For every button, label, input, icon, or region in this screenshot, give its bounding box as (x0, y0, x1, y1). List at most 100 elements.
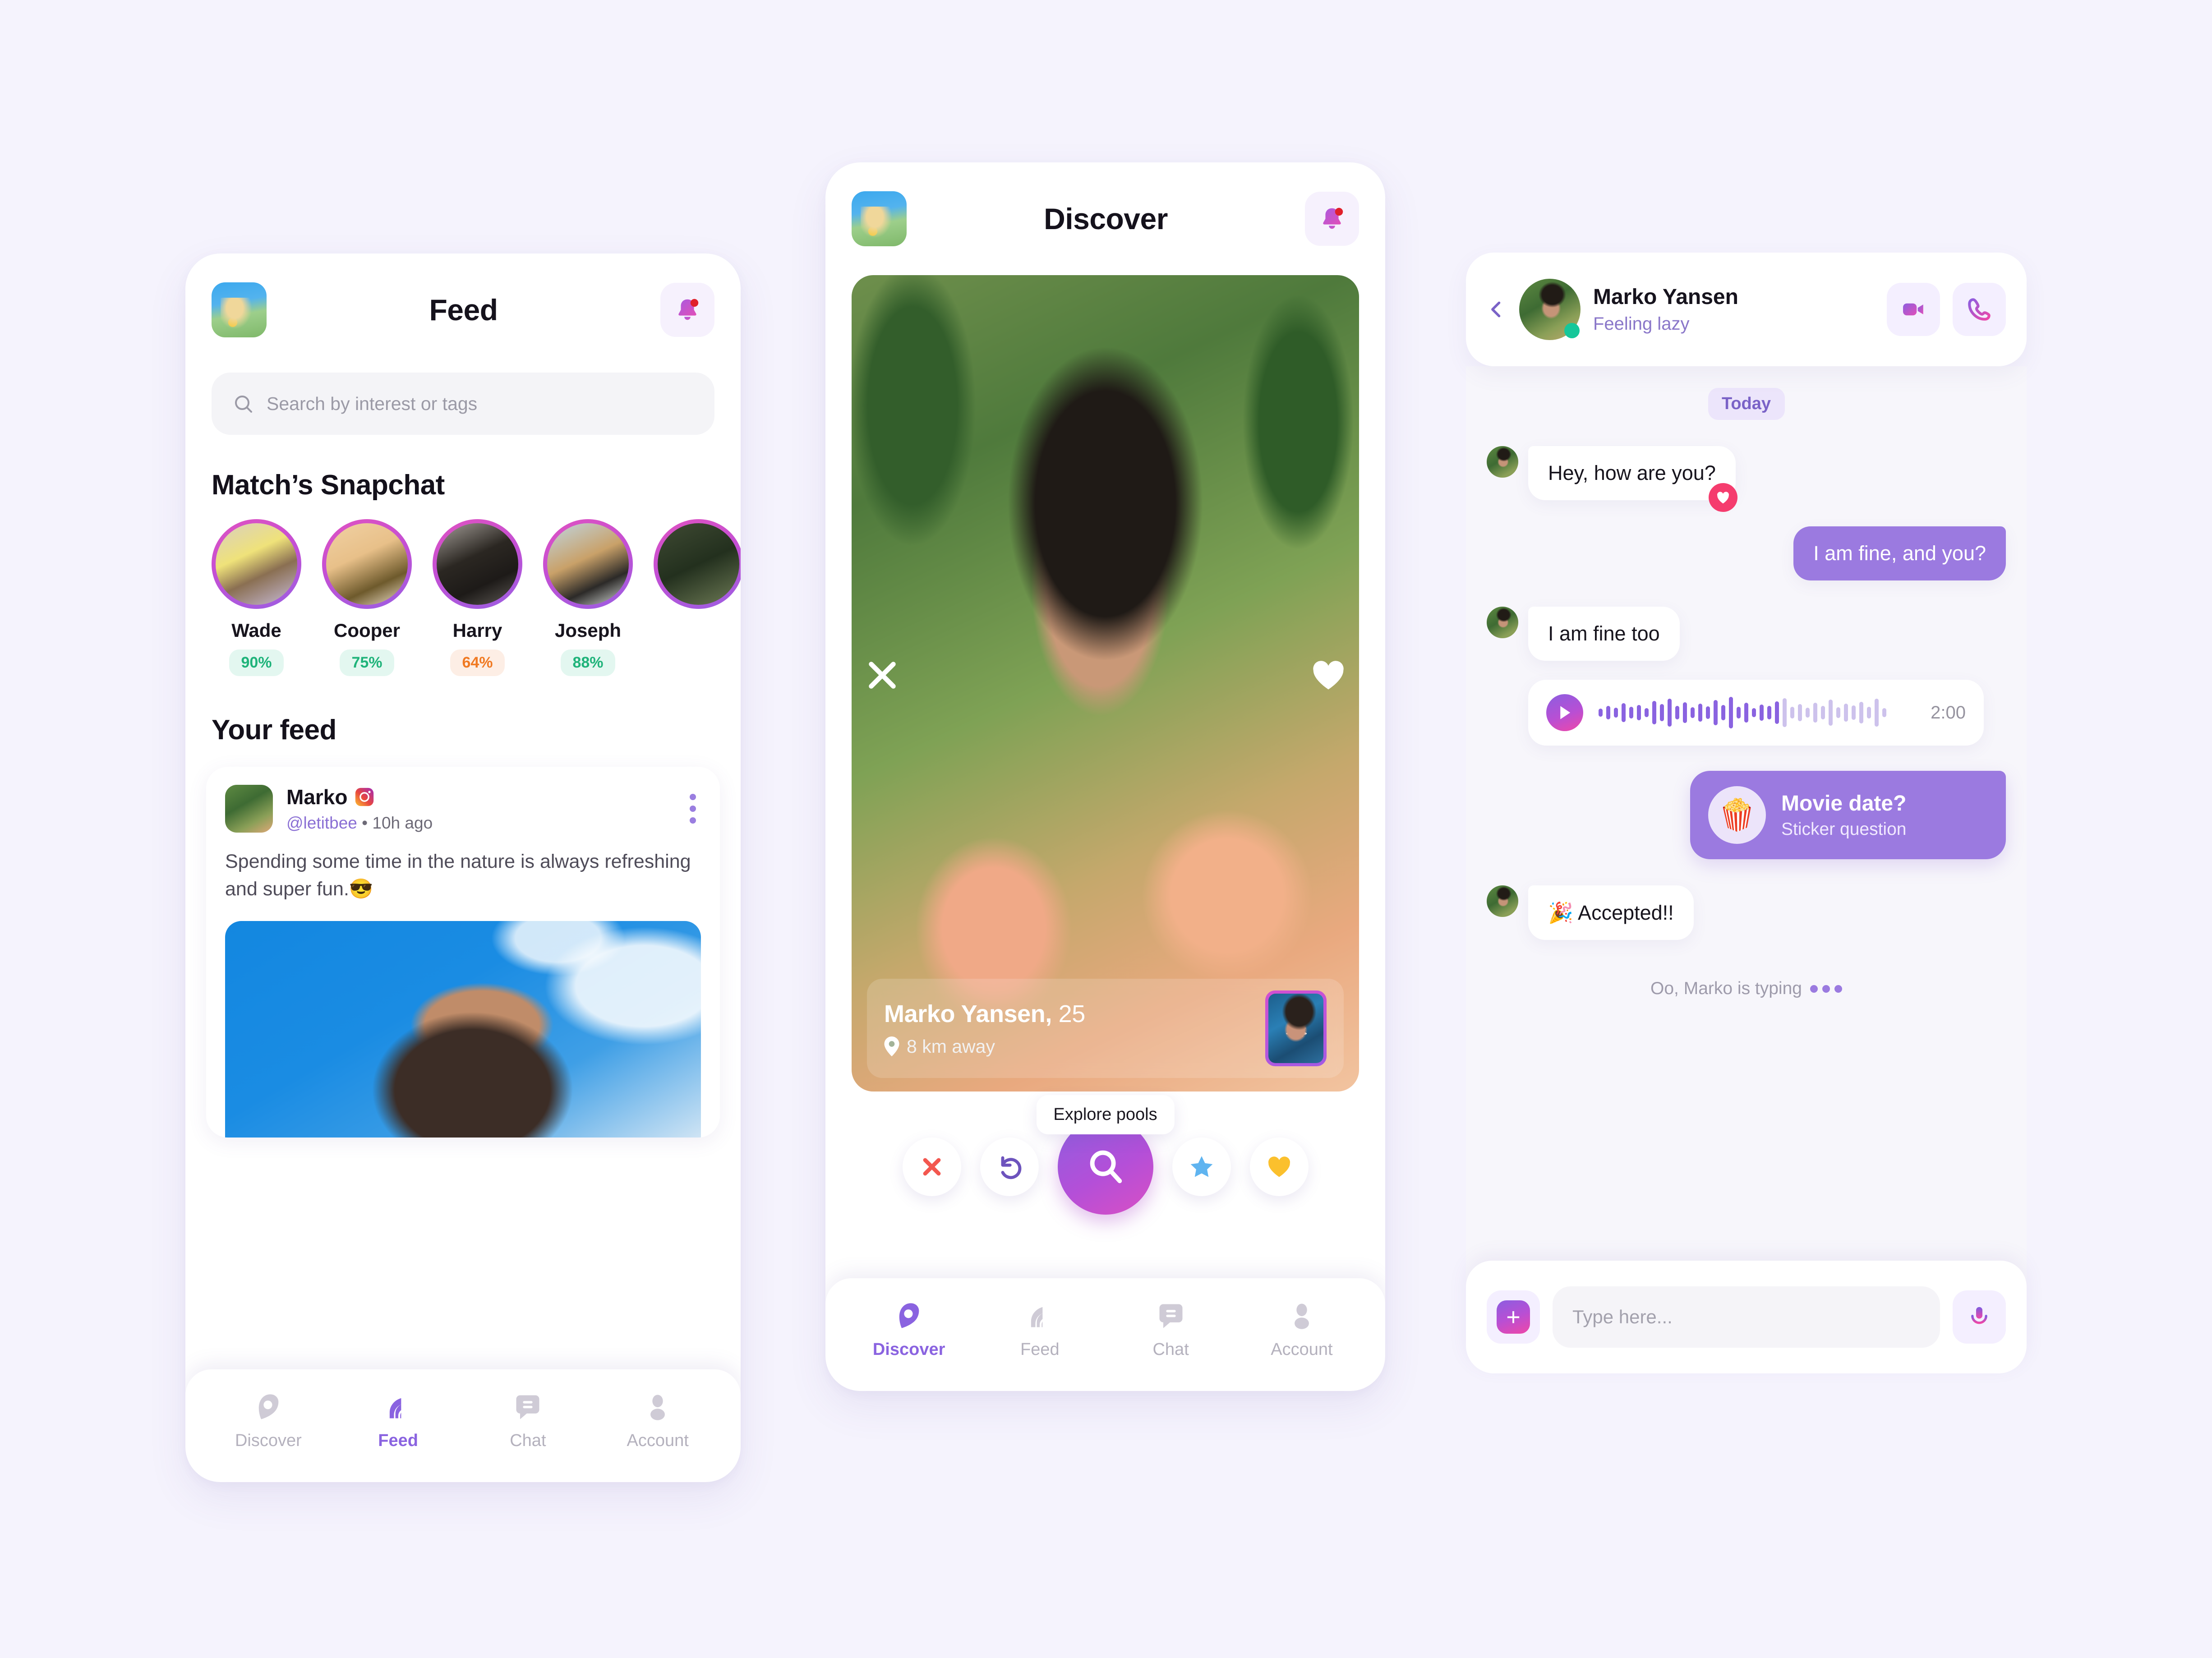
discover-icon (258, 1394, 279, 1419)
nav-item-account[interactable]: Account (1250, 1300, 1354, 1359)
heart-icon (1717, 492, 1729, 504)
story-item[interactable]: Cooper 75% (322, 519, 412, 676)
story-item[interactable]: Harry 64% (433, 519, 522, 676)
chat-icon (1159, 1304, 1183, 1328)
bottom-navigation[interactable]: Discover Feed Chat Account (185, 1369, 741, 1482)
instagram-icon (355, 788, 374, 806)
message-text: 🎉 Accepted!! (1548, 901, 1674, 924)
typing-dots-icon (1810, 985, 1842, 993)
user-avatar[interactable] (212, 282, 267, 337)
message-bubble-outgoing[interactable]: I am fine, and you? (1793, 526, 2006, 580)
message-avatar (1487, 607, 1518, 638)
search-icon (235, 396, 252, 413)
close-icon[interactable] (863, 656, 901, 694)
nav-item-chat[interactable]: Chat (1119, 1300, 1223, 1359)
story-item[interactable]: Wade 90% (212, 519, 301, 676)
profile-name-text: Marko Yansen, (884, 1000, 1052, 1027)
profile-distance: 8 km away (884, 1036, 1085, 1057)
post-meta: Marko @letitbee • 10h ago (286, 785, 671, 833)
post-subtitle: @letitbee • 10h ago (286, 814, 671, 833)
post-handle: @letitbee (286, 814, 357, 832)
story-avatar (437, 523, 518, 605)
message-row: Hey, how are you? (1487, 446, 2006, 512)
nav-item-account[interactable]: Account (606, 1391, 710, 1451)
story-name: Joseph (554, 620, 622, 641)
message-bubble-incoming[interactable]: Hey, how are you? (1528, 446, 1737, 512)
message-text: I am fine too (1548, 622, 1660, 645)
contact-info: Marko Yansen Feeling lazy (1593, 285, 1874, 334)
video-camera-icon (1903, 303, 1923, 316)
nav-label: Chat (1152, 1340, 1189, 1359)
bell-icon (678, 299, 699, 320)
story-ring (654, 519, 741, 609)
chevron-left-icon[interactable] (1487, 299, 1507, 319)
voice-message[interactable]: 2:00 (1528, 680, 1984, 746)
search-input[interactable]: Search by interest or tags (212, 373, 714, 435)
screens-canvas: Feed Search by interest or tags Match’s … (0, 0, 2212, 1658)
story-ring (433, 519, 522, 609)
post-author-avatar[interactable] (225, 785, 273, 833)
notification-button[interactable] (660, 283, 714, 337)
post-time: 10h ago (372, 814, 433, 832)
rewind-button[interactable] (980, 1138, 1039, 1196)
swipe-actions: Explore pools (825, 1095, 1385, 1219)
feed-post[interactable]: Marko @letitbee • 10h ago Spending some … (206, 767, 720, 1138)
notification-button[interactable] (1305, 192, 1359, 246)
sticker-text: Movie date? Sticker question (1781, 791, 1906, 839)
post-text: Spending some time in the nature is alwa… (225, 851, 691, 900)
message-text: I am fine, and you? (1813, 542, 1986, 565)
snapchat-preview[interactable] (1265, 990, 1327, 1066)
user-avatar[interactable] (852, 191, 907, 246)
superlike-button[interactable] (1172, 1138, 1231, 1196)
story-name: Cooper (334, 620, 400, 641)
snapchat-thumbnail (1268, 994, 1323, 1063)
nav-label: Account (627, 1431, 689, 1450)
post-author-name: Marko (286, 785, 348, 809)
story-avatar (326, 523, 408, 605)
message-input[interactable]: Type here... (1553, 1286, 1940, 1348)
nav-item-feed[interactable]: Feed (988, 1300, 1092, 1359)
match-percent-badge: 88% (561, 649, 615, 676)
contact-status: Feeling lazy (1593, 314, 1690, 334)
nav-item-discover[interactable]: Discover (857, 1300, 961, 1359)
message-avatar (1487, 446, 1518, 478)
message-bubble-incoming[interactable]: I am fine too (1528, 607, 1680, 661)
voice-record-button[interactable] (1953, 1290, 2006, 1344)
story-avatar (547, 523, 629, 605)
sticker-question-message[interactable]: 🍿 Movie date? Sticker question (1690, 771, 2006, 859)
microphone-icon (1971, 1307, 1987, 1328)
message-bubble-incoming[interactable]: 🎉 Accepted!! (1528, 885, 1694, 940)
plus-icon: + (1497, 1300, 1530, 1334)
discover-screen: Discover Marko Yansen, 25 8 km away Expl… (825, 162, 1385, 1391)
play-button[interactable] (1546, 694, 1583, 731)
discover-icon (899, 1303, 919, 1328)
nav-item-chat[interactable]: Chat (476, 1391, 580, 1451)
message-composer: + Type here... (1466, 1261, 2027, 1373)
like-button[interactable] (1249, 1138, 1309, 1196)
stories-row[interactable]: Wade 90% Cooper 75% Harry 64% Joseph 88% (185, 501, 741, 676)
story-item-partial[interactable] (654, 519, 741, 676)
post-photo[interactable] (225, 921, 701, 1138)
attach-button[interactable]: + (1487, 1290, 1540, 1344)
video-call-button[interactable] (1887, 283, 1940, 336)
distance-text: 8 km away (907, 1036, 995, 1057)
message-row: I am fine too (1487, 607, 2006, 661)
nav-label: Feed (378, 1431, 418, 1450)
story-item[interactable]: Joseph 88% (543, 519, 633, 676)
message-avatar (1487, 885, 1518, 917)
story-ring (322, 519, 412, 609)
bell-icon (1323, 207, 1343, 229)
bottom-navigation[interactable]: Discover Feed Chat Account (825, 1278, 1385, 1391)
contact-avatar[interactable] (1519, 279, 1581, 340)
heart-icon[interactable] (1309, 656, 1347, 694)
nope-button[interactable] (902, 1138, 961, 1196)
profile-info-overlay: Marko Yansen, 25 8 km away (867, 979, 1344, 1078)
profile-card[interactable]: Marko Yansen, 25 8 km away (852, 275, 1359, 1092)
nav-item-discover[interactable]: Discover (217, 1391, 320, 1451)
profile-age: 25 (1058, 1000, 1086, 1027)
contact-name: Marko Yansen (1593, 285, 1738, 309)
nav-item-feed[interactable]: Feed (346, 1391, 450, 1451)
post-menu-button[interactable] (685, 794, 701, 824)
heart-reaction-badge[interactable] (1708, 483, 1737, 512)
voice-call-button[interactable] (1953, 283, 2006, 336)
